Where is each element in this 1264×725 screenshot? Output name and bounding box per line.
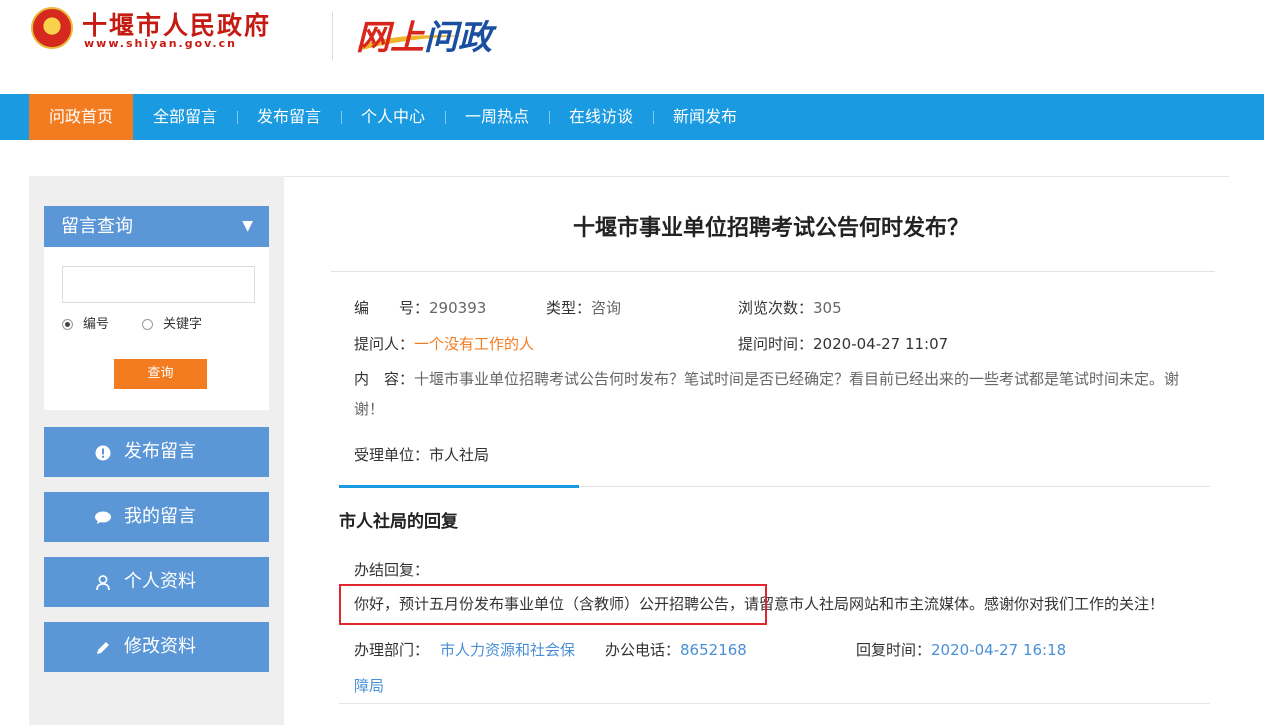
phone-value: 8652168 <box>680 641 747 659</box>
edit-profile-button[interactable]: 修改资料 <box>44 622 269 672</box>
reply-title: 市人社局的回复 <box>339 512 458 532</box>
post-message-button[interactable]: 发布留言 <box>44 427 269 477</box>
my-messages-button[interactable]: 我的留言 <box>44 492 269 542</box>
content-value: 十堰市事业单位招聘考试公告何时发布？笔试时间是否已经确定？看目前已经出来的一些考… <box>354 370 1180 418</box>
type-field: 类型：咨询 <box>546 297 621 318</box>
nav-item-personal-center[interactable]: 个人中心 <box>341 94 445 140</box>
bottom-divider <box>339 703 1210 704</box>
my-messages-label: 我的留言 <box>124 506 196 527</box>
query-input[interactable] <box>62 266 255 303</box>
query-button[interactable]: 查询 <box>114 359 207 389</box>
site-header: ★ 十堰市人民政府 www.shiyan.gov.cn 网上问政 <box>0 0 1264 94</box>
logo-text-2: 问政 <box>424 18 492 58</box>
nav-item-home[interactable]: 问政首页 <box>29 94 133 140</box>
asker-label: 提问人： <box>354 335 415 353</box>
views-label: 浏览次数： <box>738 299 814 317</box>
ask-time-field: 提问时间：2020-04-27 11:07 <box>738 333 948 354</box>
type-value: 咨询 <box>591 299 622 317</box>
pencil-icon <box>93 622 113 672</box>
nav-item-online-interview[interactable]: 在线访谈 <box>549 94 653 140</box>
message-query-panel: 留言查询 ▼ 编号 关键字 查询 <box>44 206 269 410</box>
query-title-label: 留言查询 <box>61 216 133 237</box>
ask-time-value: 2020-04-27 11:07 <box>813 335 949 353</box>
question-content: 内 容：十堰市事业单位招聘考试公告何时发布？笔试时间是否已经确定？看目前已经出来… <box>354 364 1199 424</box>
nav-item-post-message[interactable]: 发布留言 <box>237 94 341 140</box>
office-label: 办理部门： <box>354 641 430 659</box>
dept-label: 受理单位： <box>354 446 430 464</box>
query-panel-title[interactable]: 留言查询 ▼ <box>44 206 269 247</box>
number-value: 290393 <box>429 299 487 317</box>
highlight-annotation-box <box>339 584 767 625</box>
radio-dot-selected[interactable] <box>62 319 73 330</box>
number-label: 编 号： <box>354 299 430 317</box>
edit-profile-label: 修改资料 <box>124 636 196 657</box>
nav-item-all-messages[interactable]: 全部留言 <box>133 94 237 140</box>
main-nav: 问政首页 全部留言 发布留言 个人中心 一周热点 在线访谈 新闻发布 <box>0 94 1264 140</box>
dept-field: 受理单位：市人社局 <box>354 444 489 465</box>
person-icon <box>93 557 113 607</box>
reply-section-accent <box>339 485 579 488</box>
radio-number-label: 编号 <box>83 317 110 332</box>
office-value-line1[interactable]: 市人力资源和社会保 <box>440 639 575 660</box>
speech-bubble-icon <box>93 492 113 542</box>
personal-profile-label: 个人资料 <box>124 571 196 592</box>
office-value-line2[interactable]: 障局 <box>354 675 384 696</box>
reply-time-label: 回复时间： <box>856 641 932 659</box>
question-title: 十堰市事业单位招聘考试公告何时发布？ <box>572 216 969 241</box>
reply-time-value: 2020-04-27 16:18 <box>931 641 1067 659</box>
radio-dot[interactable] <box>142 319 153 330</box>
type-label: 类型： <box>546 299 592 317</box>
views-value: 305 <box>813 299 842 317</box>
caret-down-icon[interactable]: ▼ <box>242 206 253 247</box>
views-field: 浏览次数：305 <box>738 297 842 318</box>
dept-value: 市人社局 <box>429 446 490 464</box>
site-url: www.shiyan.gov.cn <box>84 37 237 50</box>
header-divider <box>332 12 333 60</box>
asker-field: 提问人：一个没有工作的人 <box>354 333 534 354</box>
ask-time-label: 提问时间： <box>738 335 814 353</box>
post-message-label: 发布留言 <box>124 441 196 462</box>
phone-field: 办公电话：8652168 <box>605 639 747 660</box>
number-field: 编 号：290393 <box>354 297 486 318</box>
asker-value[interactable]: 一个没有工作的人 <box>414 335 534 353</box>
reply-time-field: 回复时间：2020-04-27 16:18 <box>856 639 1066 660</box>
radio-keyword-label: 关键字 <box>163 317 203 332</box>
national-emblem-icon: ★ <box>31 7 73 49</box>
logo-text-1: 网上 <box>356 18 424 58</box>
phone-label: 办公电话： <box>605 641 681 659</box>
nav-item-weekly-hot[interactable]: 一周热点 <box>445 94 549 140</box>
content-label: 内 容： <box>354 370 415 388</box>
exclamation-icon <box>93 427 113 477</box>
wangshang-wenzheng-logo[interactable]: 网上问政 <box>356 10 492 59</box>
title-divider <box>331 271 1215 272</box>
nav-item-news-release[interactable]: 新闻发布 <box>653 94 757 140</box>
personal-profile-button[interactable]: 个人资料 <box>44 557 269 607</box>
reply-status: 办结回复： <box>354 561 430 579</box>
